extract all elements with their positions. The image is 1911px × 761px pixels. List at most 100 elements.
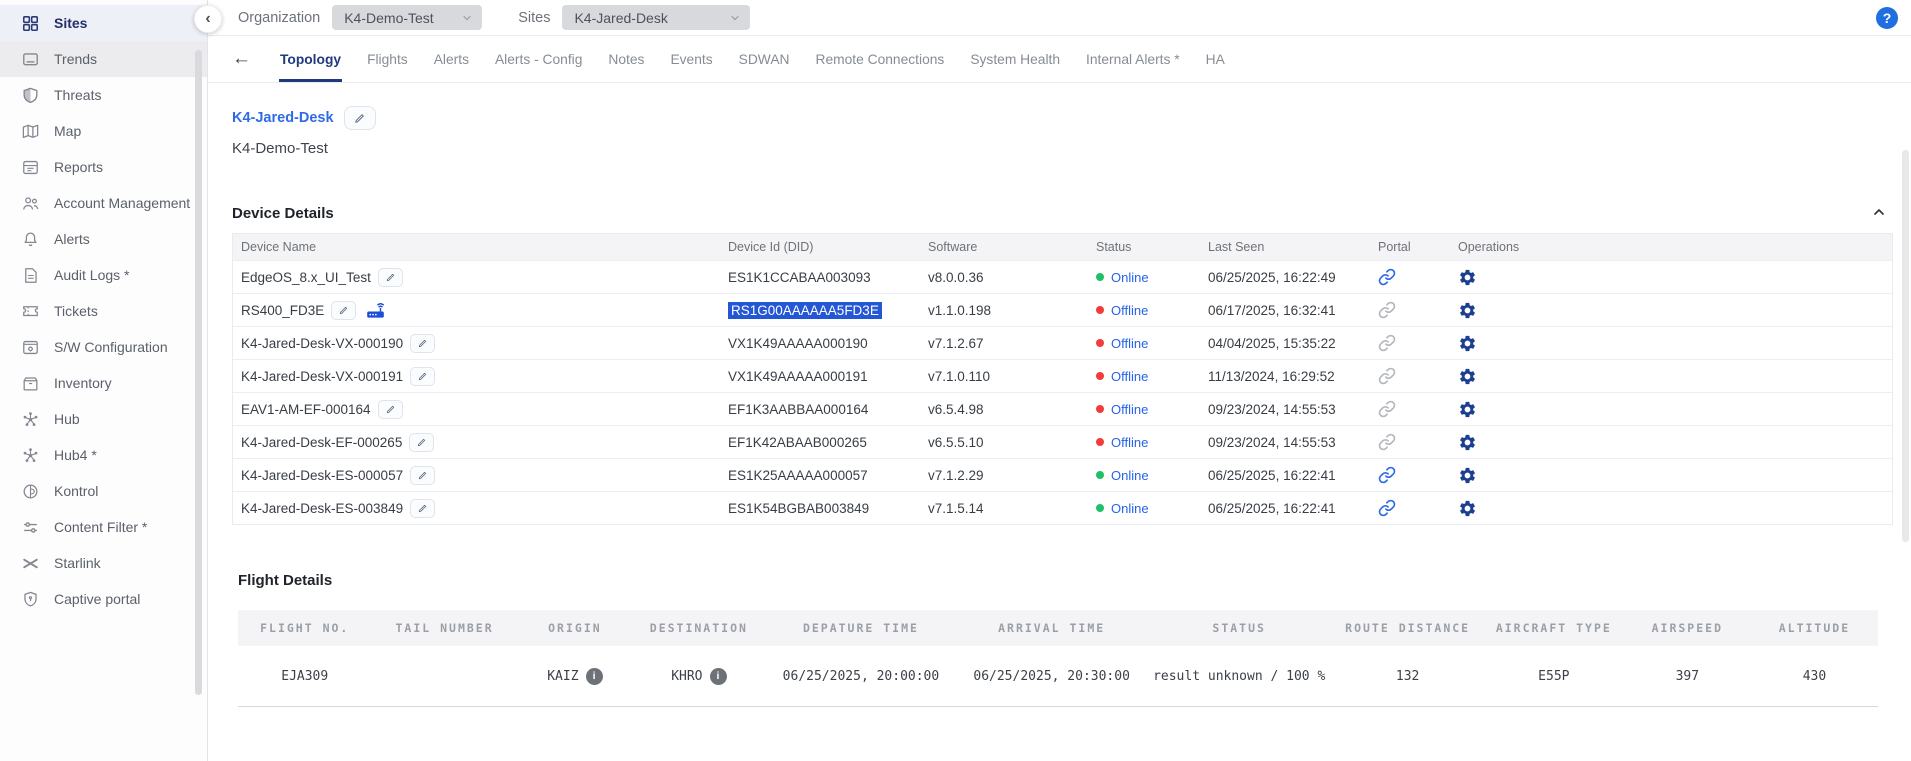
column-header: DEPATURE TIME bbox=[766, 621, 957, 635]
sites-select[interactable]: K4-Jared-Desk bbox=[562, 5, 750, 30]
edit-device-name-button[interactable] bbox=[378, 268, 403, 287]
last-seen: 06/17/2025, 16:32:41 bbox=[1200, 303, 1370, 318]
edit-device-name-button[interactable] bbox=[378, 400, 403, 419]
operations-gear-icon[interactable] bbox=[1458, 499, 1477, 518]
column-header: Software bbox=[920, 240, 1088, 254]
sidebar-item-label: Captive portal bbox=[54, 591, 140, 607]
sidebar-scrollbar[interactable] bbox=[195, 50, 202, 695]
tab-remote-connections[interactable]: Remote Connections bbox=[814, 38, 945, 81]
tab-alerts-config[interactable]: Alerts - Config bbox=[494, 38, 583, 81]
sidebar-item-sw-configuration[interactable]: S/W Configuration bbox=[0, 329, 207, 365]
chevron-up-icon bbox=[1871, 204, 1887, 220]
sidebar-item-map[interactable]: Map bbox=[0, 113, 207, 149]
sidebar-item-audit-logs[interactable]: Audit Logs * bbox=[0, 257, 207, 293]
device-table-row: K4-Jared-Desk-EF-000265 EF1K42ABAAB00026… bbox=[233, 425, 1892, 458]
operations-gear-icon[interactable] bbox=[1458, 367, 1477, 386]
sidebar-item-label: Account Management bbox=[54, 195, 190, 211]
operations-gear-icon[interactable] bbox=[1458, 400, 1477, 419]
software-version: v8.0.0.36 bbox=[920, 270, 1088, 285]
operations-gear-icon[interactable] bbox=[1458, 466, 1477, 485]
sidebar-item-label: Kontrol bbox=[54, 483, 98, 499]
sidebar-collapse-button[interactable]: ‹ bbox=[194, 5, 222, 33]
sidebar-item-hub4[interactable]: Hub4 * bbox=[0, 437, 207, 473]
users-icon bbox=[21, 194, 40, 213]
software-version: v6.5.4.98 bbox=[920, 402, 1088, 417]
device-table-row: RS400_FD3E RS1G00AAAAAA5FD3E v1.1.0.198 … bbox=[233, 293, 1892, 326]
portal-link-icon[interactable] bbox=[1378, 301, 1396, 319]
status-link[interactable]: Offline bbox=[1111, 303, 1148, 318]
status-link[interactable]: Online bbox=[1111, 270, 1149, 285]
sidebar-item-content-filter[interactable]: Content Filter * bbox=[0, 509, 207, 545]
device-name: RS400_FD3E bbox=[241, 303, 324, 318]
operations-gear-icon[interactable] bbox=[1458, 433, 1477, 452]
status-link[interactable]: Offline bbox=[1111, 369, 1148, 384]
device-id: RS1G00AAAAAA5FD3E bbox=[728, 302, 882, 319]
app-window: Sites Trends Threats Map Reports Account… bbox=[0, 0, 1911, 761]
tab-internal-alerts[interactable]: Internal Alerts * bbox=[1085, 38, 1181, 81]
sidebar-item-reports[interactable]: Reports bbox=[0, 149, 207, 185]
edit-device-name-button[interactable] bbox=[410, 367, 435, 386]
window-gear-icon bbox=[21, 338, 40, 357]
edit-site-name-button[interactable] bbox=[344, 106, 376, 130]
pencil-icon bbox=[417, 338, 428, 349]
portal-link-icon[interactable] bbox=[1378, 334, 1396, 352]
flight-details-section: Flight Details FLIGHT NO. TAIL NUMBER OR… bbox=[238, 572, 1878, 707]
sidebar-item-sites[interactable]: Sites bbox=[0, 5, 207, 41]
portal-link-icon[interactable] bbox=[1378, 400, 1396, 418]
organization-select[interactable]: K4-Demo-Test bbox=[332, 5, 482, 30]
sidebar-item-captive-portal[interactable]: Captive portal bbox=[0, 581, 207, 617]
tab-topology[interactable]: Topology bbox=[279, 38, 342, 81]
tab-ha[interactable]: HA bbox=[1205, 38, 1226, 81]
pencil-icon bbox=[385, 272, 396, 283]
device-details-collapse-button[interactable] bbox=[1869, 203, 1889, 223]
tab-alerts[interactable]: Alerts bbox=[433, 38, 470, 81]
tab-events[interactable]: Events bbox=[669, 38, 713, 81]
sidebar-item-tickets[interactable]: Tickets bbox=[0, 293, 207, 329]
status-link[interactable]: Online bbox=[1111, 501, 1149, 516]
device-table: Device Name Device Id (DID) Software Sta… bbox=[232, 233, 1893, 525]
sidebar-item-trends[interactable]: Trends bbox=[0, 41, 207, 77]
status-link[interactable]: Offline bbox=[1111, 336, 1148, 351]
tab-sdwan[interactable]: SDWAN bbox=[738, 38, 791, 81]
device-name: K4-Jared-Desk-ES-003849 bbox=[241, 501, 403, 516]
sidebar-item-inventory[interactable]: Inventory bbox=[0, 365, 207, 401]
tab-flights[interactable]: Flights bbox=[366, 38, 409, 81]
status-link[interactable]: Online bbox=[1111, 468, 1149, 483]
column-header: Device Name bbox=[233, 240, 720, 254]
site-name-link[interactable]: K4-Jared-Desk bbox=[232, 110, 334, 126]
portal-link-icon[interactable] bbox=[1378, 466, 1396, 484]
edit-device-name-button[interactable] bbox=[331, 301, 356, 320]
operations-gear-icon[interactable] bbox=[1458, 268, 1477, 287]
info-icon[interactable]: i bbox=[586, 668, 603, 685]
edit-device-name-button[interactable] bbox=[410, 466, 435, 485]
sidebar-item-threats[interactable]: Threats bbox=[0, 77, 207, 113]
aircraft-type: E55P bbox=[1484, 669, 1624, 684]
operations-gear-icon[interactable] bbox=[1458, 334, 1477, 353]
back-button[interactable]: ← bbox=[232, 48, 251, 70]
top-bar: Organization K4-Demo-Test Sites K4-Jared… bbox=[208, 0, 1911, 36]
ticket-icon bbox=[21, 302, 40, 321]
sidebar-item-kontrol[interactable]: Kontrol bbox=[0, 473, 207, 509]
pencil-icon bbox=[417, 503, 428, 514]
portal-link-icon[interactable] bbox=[1378, 268, 1396, 286]
status-link[interactable]: Offline bbox=[1111, 435, 1148, 450]
edit-device-name-button[interactable] bbox=[409, 433, 434, 452]
tab-system-health[interactable]: System Health bbox=[969, 38, 1061, 81]
edit-device-name-button[interactable] bbox=[410, 499, 435, 518]
sidebar-item-account-management[interactable]: Account Management bbox=[0, 185, 207, 221]
info-icon[interactable]: i bbox=[710, 668, 727, 685]
operations-gear-icon[interactable] bbox=[1458, 301, 1477, 320]
sidebar-item-hub[interactable]: Hub bbox=[0, 401, 207, 437]
portal-link-icon[interactable] bbox=[1378, 499, 1396, 517]
sidebar-item-alerts[interactable]: Alerts bbox=[0, 221, 207, 257]
tab-notes[interactable]: Notes bbox=[607, 38, 645, 81]
main-scrollbar[interactable] bbox=[1902, 150, 1909, 542]
portal-link-icon[interactable] bbox=[1378, 367, 1396, 385]
portal-link-icon[interactable] bbox=[1378, 433, 1396, 451]
sidebar-item-starlink[interactable]: Starlink bbox=[0, 545, 207, 581]
status-link[interactable]: Offline bbox=[1111, 402, 1148, 417]
device-id: EF1K42ABAAB000265 bbox=[728, 435, 867, 450]
help-button[interactable]: ? bbox=[1876, 7, 1898, 29]
device-table-row: EAV1-AM-EF-000164 EF1K3AABBAA000164 v6.5… bbox=[233, 392, 1892, 425]
edit-device-name-button[interactable] bbox=[410, 334, 435, 353]
